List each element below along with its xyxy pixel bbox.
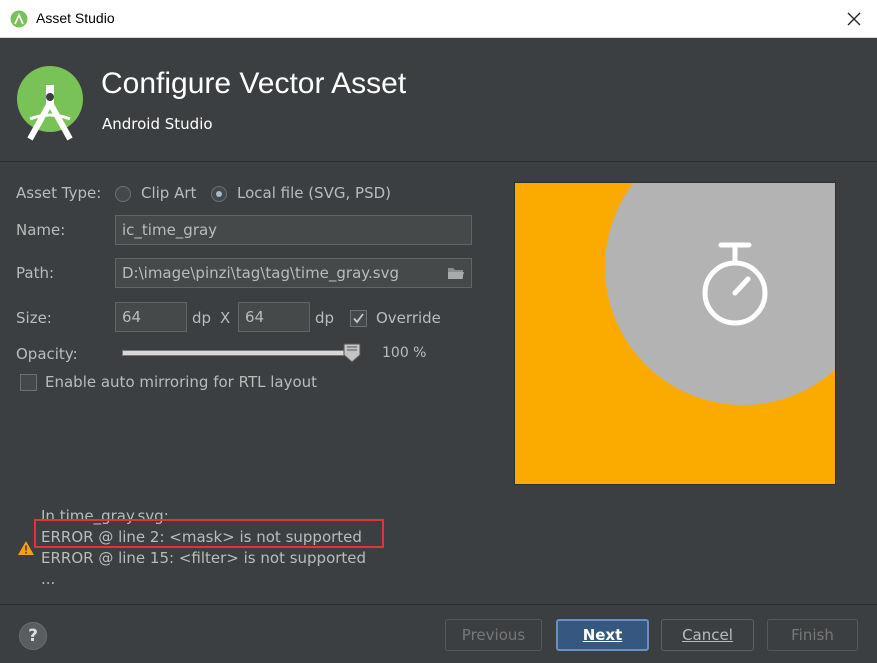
- rtl-mirroring-label[interactable]: Enable auto mirroring for RTL layout: [45, 373, 317, 391]
- rtl-mirroring-checkbox[interactable]: [20, 374, 37, 391]
- next-button[interactable]: Next: [556, 619, 649, 651]
- opacity-label: Opacity:: [16, 345, 78, 363]
- override-checkbox[interactable]: [350, 310, 367, 327]
- page-subtitle: Android Studio: [102, 115, 213, 133]
- local-file-label[interactable]: Local file (SVG, PSD): [237, 184, 391, 202]
- width-input[interactable]: 64: [115, 302, 187, 332]
- preview-graphic: [605, 183, 835, 405]
- finish-button[interactable]: Finish: [767, 619, 858, 651]
- opacity-slider-thumb[interactable]: [343, 343, 361, 363]
- asset-type-label: Asset Type:: [16, 184, 102, 202]
- previous-button[interactable]: Previous: [445, 619, 542, 651]
- preview-circle: [605, 183, 835, 405]
- override-label[interactable]: Override: [376, 309, 441, 327]
- title-bar: Asset Studio: [0, 0, 877, 38]
- checkmark-icon: [353, 313, 364, 324]
- path-input[interactable]: D:\image\pinzi\tag\tag\time_gray.svg: [115, 258, 472, 288]
- local-file-radio[interactable]: [211, 186, 227, 202]
- close-icon: [847, 12, 861, 26]
- help-button[interactable]: ?: [19, 622, 47, 650]
- page-title: Configure Vector Asset: [101, 67, 407, 100]
- width-unit-label: dp: [192, 309, 212, 327]
- cancel-button[interactable]: Cancel: [661, 619, 754, 651]
- size-separator: X: [220, 309, 231, 327]
- path-value: D:\image\pinzi\tag\tag\time_gray.svg: [122, 264, 400, 282]
- next-button-label: Next: [582, 626, 623, 644]
- wizard-header: Configure Vector Asset Android Studio: [0, 39, 877, 162]
- error-highlight-box: [34, 519, 384, 548]
- clip-art-label[interactable]: Clip Art: [141, 184, 196, 202]
- android-studio-logo-icon: [17, 66, 83, 141]
- height-unit-label: dp: [315, 309, 335, 327]
- name-input[interactable]: ic_time_gray: [115, 215, 472, 245]
- name-label: Name:: [16, 221, 66, 239]
- message-line: ERROR @ line 15: <filter> is not support…: [41, 549, 367, 567]
- opacity-value: 100 %: [382, 345, 427, 361]
- warning-icon: [18, 541, 34, 555]
- window-title: Asset Studio: [36, 10, 115, 26]
- browse-folder-icon[interactable]: [447, 266, 465, 280]
- message-line: ...: [41, 570, 56, 588]
- height-input[interactable]: 64: [238, 302, 310, 332]
- size-label: Size:: [16, 309, 52, 327]
- opacity-slider[interactable]: [122, 350, 354, 356]
- clip-art-radio[interactable]: [115, 186, 131, 202]
- close-button[interactable]: [831, 0, 877, 38]
- cancel-button-label: Cancel: [682, 626, 733, 644]
- path-label: Path:: [16, 264, 55, 282]
- asset-preview: [514, 182, 836, 485]
- android-studio-app-icon: [10, 10, 28, 28]
